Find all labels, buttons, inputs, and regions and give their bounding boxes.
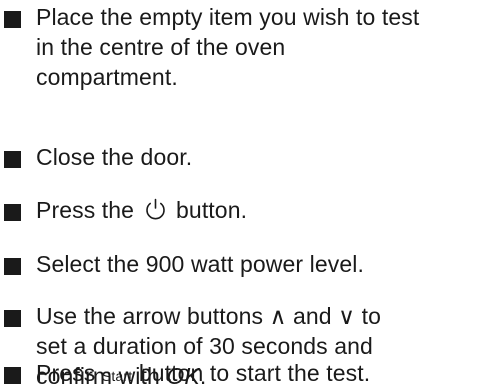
square-bullet-icon xyxy=(4,151,21,168)
square-bullet-icon xyxy=(4,11,21,28)
start-key-label: Start xyxy=(101,368,133,384)
step-text: Press Start button to start the test. xyxy=(36,360,371,386)
step-text: Press the button. xyxy=(36,197,248,223)
square-bullet-icon xyxy=(4,204,21,221)
square-bullet-icon xyxy=(4,310,21,327)
step-text: Close the door. xyxy=(36,144,193,170)
power-icon xyxy=(145,198,165,220)
square-bullet-icon xyxy=(4,258,21,275)
step-text: Place the empty item you wish to test in… xyxy=(36,4,420,90)
square-bullet-icon xyxy=(4,367,21,384)
step-text: Select the 900 watt power level. xyxy=(36,251,364,277)
